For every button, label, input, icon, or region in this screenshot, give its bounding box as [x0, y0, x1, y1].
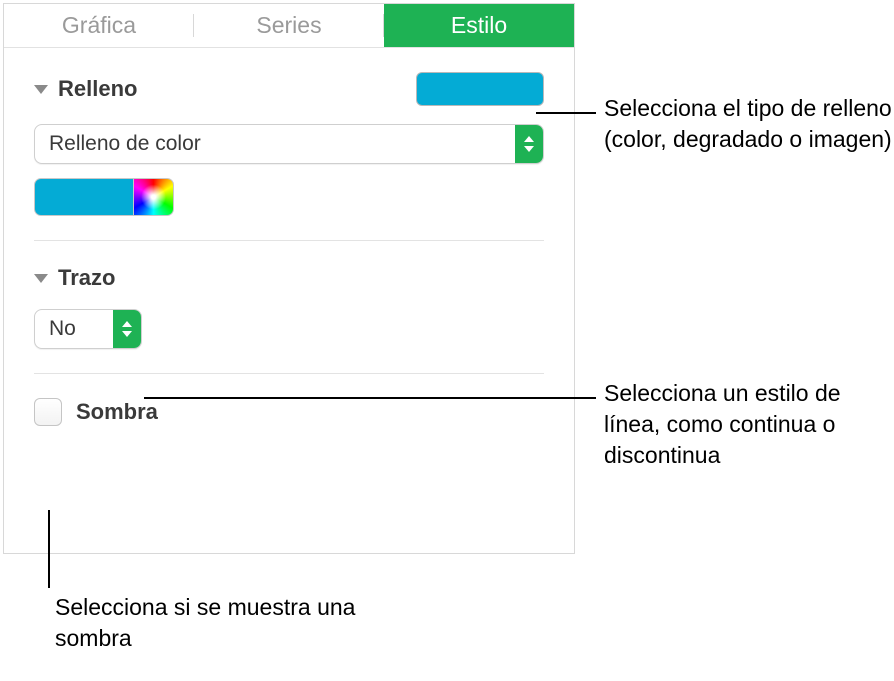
color-wheel-icon[interactable]: [134, 178, 174, 216]
callout-line: [144, 397, 596, 399]
stroke-section: Trazo No: [4, 241, 574, 349]
stroke-style-label: No: [35, 317, 113, 341]
inspector-panel: Gráfica Series Estilo Relleno Relleno de…: [3, 3, 575, 554]
fill-color-swatches: [34, 178, 544, 216]
select-stepper-icon: [515, 125, 543, 163]
shadow-row: Sombra: [4, 374, 574, 426]
tab-series[interactable]: Series: [194, 4, 384, 47]
tab-bar: Gráfica Series Estilo: [4, 4, 574, 48]
callout-line: [48, 510, 50, 588]
fill-section: Relleno Relleno de color: [4, 48, 574, 216]
chevron-down-icon[interactable]: [34, 85, 48, 94]
chevron-down-icon[interactable]: [34, 274, 48, 283]
callout-line: [536, 112, 596, 114]
fill-section-title: Relleno: [58, 76, 137, 102]
stroke-section-title: Trazo: [58, 265, 115, 291]
fill-section-header: Relleno: [34, 48, 544, 120]
callout-stroke: Selecciona un estilo de línea, como cont…: [604, 378, 854, 471]
stroke-style-select[interactable]: No: [34, 309, 142, 349]
shadow-label: Sombra: [76, 399, 158, 425]
fill-color-well[interactable]: [416, 72, 544, 106]
select-stepper-icon: [113, 310, 141, 348]
tab-grafica[interactable]: Gráfica: [4, 4, 194, 47]
tab-estilo[interactable]: Estilo: [384, 4, 574, 47]
shadow-checkbox[interactable]: [34, 398, 62, 426]
stroke-section-header: Trazo: [34, 241, 544, 305]
callout-fill: Selecciona el tipo de relleno (color, de…: [604, 93, 894, 155]
fill-type-select[interactable]: Relleno de color: [34, 124, 544, 164]
fill-type-label: Relleno de color: [35, 132, 515, 156]
callout-shadow: Selecciona si se muestra una sombra: [55, 592, 375, 654]
fill-color-swatch[interactable]: [34, 178, 134, 216]
